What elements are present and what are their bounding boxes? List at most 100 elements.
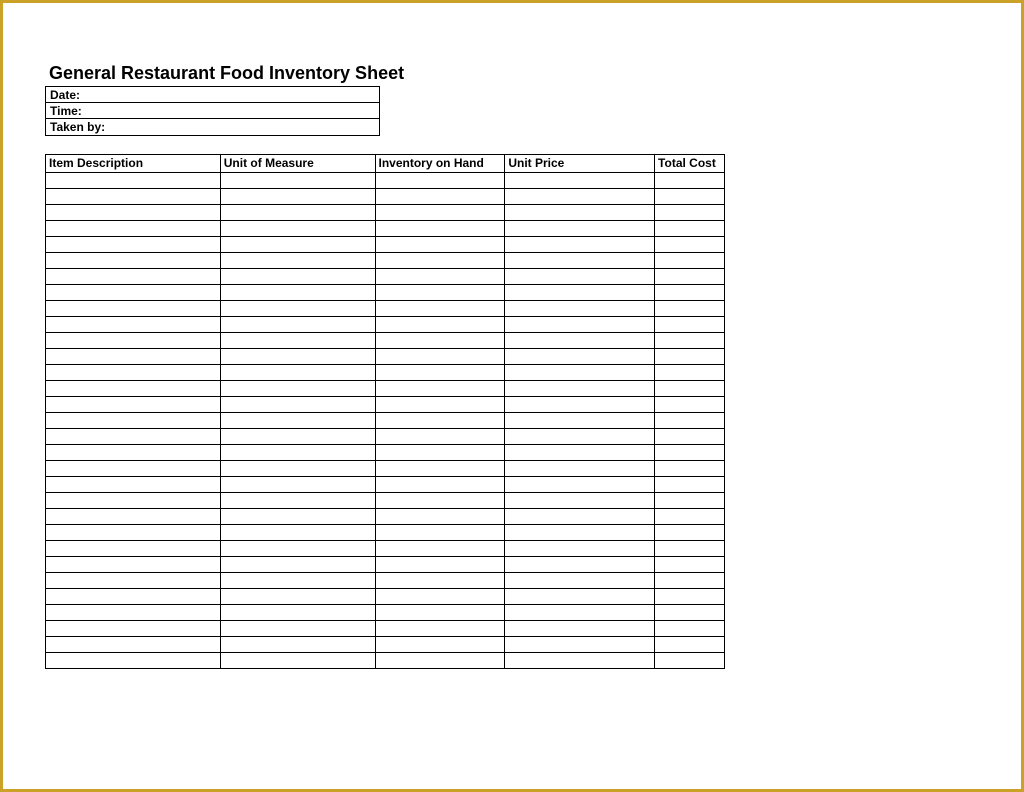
table-cell [46, 317, 221, 333]
table-cell [46, 573, 221, 589]
table-cell [505, 397, 655, 413]
table-cell [46, 189, 221, 205]
table-cell [46, 509, 221, 525]
table-cell [375, 205, 505, 221]
table-cell [375, 573, 505, 589]
table-cell [46, 397, 221, 413]
table-cell [655, 333, 725, 349]
table-cell [505, 541, 655, 557]
table-cell [655, 589, 725, 605]
meta-taken-by-row: Taken by: [46, 119, 379, 135]
table-row [46, 509, 725, 525]
table-cell [220, 317, 375, 333]
table-cell [46, 301, 221, 317]
table-cell [375, 413, 505, 429]
meta-info-block: Date: Time: Taken by: [45, 86, 380, 136]
table-cell [505, 413, 655, 429]
table-cell [375, 333, 505, 349]
table-cell [505, 621, 655, 637]
table-cell [505, 573, 655, 589]
table-row [46, 301, 725, 317]
table-cell [505, 445, 655, 461]
table-cell [375, 637, 505, 653]
table-cell [46, 253, 221, 269]
meta-date-row: Date: [46, 87, 379, 103]
table-cell [46, 605, 221, 621]
table-row [46, 173, 725, 189]
table-row [46, 605, 725, 621]
table-cell [46, 621, 221, 637]
table-cell [375, 541, 505, 557]
table-cell [655, 317, 725, 333]
table-cell [655, 605, 725, 621]
table-cell [220, 173, 375, 189]
table-cell [655, 525, 725, 541]
table-cell [220, 349, 375, 365]
table-cell [220, 237, 375, 253]
table-cell [655, 413, 725, 429]
table-cell [655, 637, 725, 653]
table-cell [505, 493, 655, 509]
table-cell [375, 429, 505, 445]
table-cell [220, 413, 375, 429]
table-cell [46, 221, 221, 237]
table-cell [505, 461, 655, 477]
table-cell [505, 637, 655, 653]
table-cell [505, 365, 655, 381]
table-cell [375, 653, 505, 669]
meta-date-label: Date: [50, 88, 80, 102]
inventory-body [46, 173, 725, 669]
table-cell [505, 509, 655, 525]
table-cell [220, 461, 375, 477]
table-cell [655, 653, 725, 669]
table-cell [220, 269, 375, 285]
table-cell [46, 429, 221, 445]
table-row [46, 333, 725, 349]
table-cell [655, 541, 725, 557]
table-cell [220, 285, 375, 301]
table-row [46, 557, 725, 573]
table-cell [220, 589, 375, 605]
table-cell [46, 477, 221, 493]
inventory-table: Item Description Unit of Measure Invento… [45, 154, 725, 669]
table-cell [46, 637, 221, 653]
table-row [46, 429, 725, 445]
table-cell [220, 477, 375, 493]
table-cell [505, 525, 655, 541]
table-cell [375, 477, 505, 493]
table-cell [46, 237, 221, 253]
table-row [46, 525, 725, 541]
table-cell [375, 493, 505, 509]
sheet-title: General Restaurant Food Inventory Sheet [45, 63, 725, 84]
table-cell [220, 605, 375, 621]
table-cell [375, 317, 505, 333]
table-cell [375, 381, 505, 397]
table-cell [655, 381, 725, 397]
table-cell [505, 477, 655, 493]
table-row [46, 317, 725, 333]
table-cell [505, 269, 655, 285]
table-cell [655, 429, 725, 445]
table-cell [655, 237, 725, 253]
table-cell [375, 621, 505, 637]
col-total-cost: Total Cost [655, 155, 725, 173]
table-cell [375, 365, 505, 381]
table-row [46, 269, 725, 285]
spacer [45, 136, 725, 154]
table-cell [505, 173, 655, 189]
table-row [46, 413, 725, 429]
table-cell [46, 525, 221, 541]
table-cell [220, 493, 375, 509]
table-row [46, 349, 725, 365]
table-row [46, 365, 725, 381]
table-cell [655, 221, 725, 237]
table-cell [655, 477, 725, 493]
table-cell [375, 173, 505, 189]
table-cell [220, 637, 375, 653]
table-cell [375, 285, 505, 301]
table-cell [375, 221, 505, 237]
table-cell [46, 349, 221, 365]
table-cell [655, 557, 725, 573]
header-row: Item Description Unit of Measure Invento… [46, 155, 725, 173]
document-content: General Restaurant Food Inventory Sheet … [45, 63, 725, 669]
